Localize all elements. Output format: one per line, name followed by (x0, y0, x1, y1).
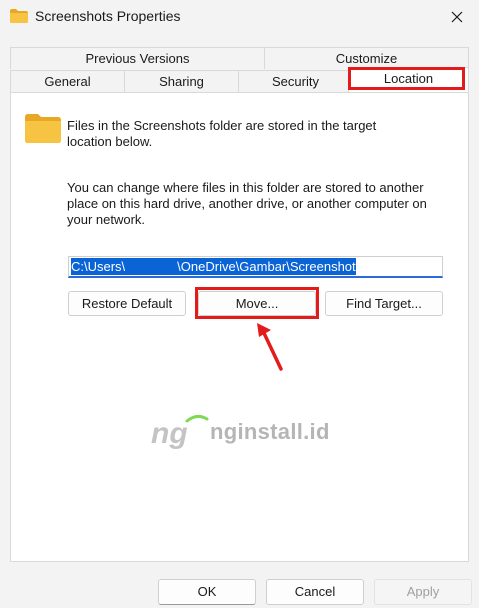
ng-logo-icon: ng (151, 414, 209, 450)
close-icon (451, 11, 463, 23)
redacted-username (125, 263, 178, 272)
target-path-input[interactable]: C:\Users\ \OneDrive\Gambar\Screenshot (68, 256, 443, 278)
tab-security[interactable]: Security (238, 70, 352, 92)
tab-previous-versions[interactable]: Previous Versions (10, 47, 264, 69)
properties-dialog: Screenshots Properties Previous Versions… (0, 0, 479, 608)
path-text: C:\Users\ \OneDrive\Gambar\Screenshot (71, 258, 356, 275)
tab-sharing[interactable]: Sharing (124, 70, 238, 92)
path-suffix: \OneDrive\Gambar\Screenshot (177, 259, 356, 274)
tab-customize[interactable]: Customize (264, 47, 469, 69)
folder-icon (10, 9, 28, 23)
watermark: ng nginstall.id (151, 413, 371, 453)
apply-button[interactable]: Apply (374, 579, 472, 605)
change-location-description: You can change where files in this folde… (67, 180, 427, 227)
window-title: Screenshots Properties (35, 8, 181, 24)
location-panel: Files in the Screenshots folder are stor… (10, 92, 469, 562)
red-arrow-icon (257, 323, 283, 371)
tab-location[interactable]: Location (348, 67, 469, 92)
svg-text:ng: ng (151, 417, 188, 450)
restore-default-button[interactable]: Restore Default (68, 291, 186, 316)
cancel-button[interactable]: Cancel (266, 579, 364, 605)
watermark-text: nginstall.id (210, 419, 330, 444)
tab-general[interactable]: General (10, 70, 124, 92)
title-bar: Screenshots Properties (0, 0, 479, 34)
path-prefix: C:\Users\ (71, 259, 126, 274)
move-button[interactable]: Move... (198, 291, 316, 316)
large-folder-icon (25, 114, 61, 143)
find-target-button[interactable]: Find Target... (325, 291, 443, 316)
location-description: Files in the Screenshots folder are stor… (67, 118, 377, 149)
close-button[interactable] (435, 0, 479, 34)
ok-button[interactable]: OK (158, 579, 256, 605)
